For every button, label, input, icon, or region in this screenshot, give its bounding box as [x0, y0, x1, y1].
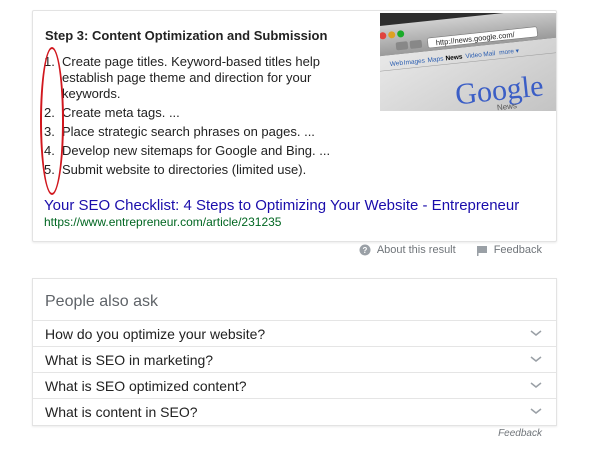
list-item: 5. Submit website to directories (limite… — [44, 162, 364, 178]
feedback-flag-icon[interactable] — [476, 244, 488, 256]
help-icon[interactable]: ? — [359, 244, 371, 256]
paa-question-row[interactable]: What is SEO in marketing? — [33, 346, 556, 372]
paa-question-text: What is SEO optimized content? — [45, 377, 247, 394]
snippet-thumbnail[interactable]: http://news.google.com/ Web Images Maps … — [380, 13, 556, 111]
about-this-result-link[interactable]: About this result — [377, 244, 456, 256]
list-item: 4. Develop new sitemaps for Google and B… — [44, 143, 364, 159]
svg-text:?: ? — [362, 246, 367, 255]
google-news-label: News — [496, 101, 517, 111]
bottom-feedback-link[interactable]: Feedback — [498, 428, 542, 439]
list-number: 5. — [44, 162, 55, 177]
paa-question-text: What is content in SEO? — [45, 403, 198, 420]
browser-screenshot-image: http://news.google.com/ Web Images Maps … — [380, 13, 556, 111]
list-item: 1. Create page titles. Keyword-based tit… — [44, 54, 364, 102]
paa-question-text: What is SEO in marketing? — [45, 351, 214, 368]
list-item: 3. Place strategic search phrases on pag… — [44, 124, 364, 140]
list-text: Create meta tags. ... — [62, 105, 180, 120]
list-item: 2. Create meta tags. ... — [44, 105, 364, 121]
thumbnail-tab: Mail — [483, 50, 496, 58]
chevron-down-icon — [530, 330, 542, 336]
thumbnail-tab: Web — [389, 60, 403, 68]
paa-question-row[interactable]: What is content in SEO? — [33, 398, 556, 424]
paa-question-row[interactable]: What is SEO optimized content? — [33, 372, 556, 398]
paa-title: People also ask — [45, 293, 158, 310]
about-row: ? About this result Feedback — [359, 244, 542, 256]
list-number: 4. — [44, 143, 55, 158]
feedback-link[interactable]: Feedback — [494, 244, 542, 256]
list-number: 3. — [44, 124, 55, 139]
snippet-heading: Step 3: Content Optimization and Submiss… — [45, 28, 328, 43]
chevron-down-icon — [530, 382, 542, 388]
list-text: Place strategic search phrases on pages.… — [62, 124, 315, 139]
list-number: 1. — [44, 54, 55, 69]
paa-question-row[interactable]: How do you optimize your website? — [33, 320, 556, 346]
snippet-list: 1. Create page titles. Keyword-based tit… — [44, 54, 364, 181]
list-text: Develop new sitemaps for Google and Bing… — [62, 143, 331, 158]
result-url: https://www.entrepreneur.com/article/231… — [44, 215, 282, 229]
list-number: 2. — [44, 105, 55, 120]
result-title-link[interactable]: Your SEO Checklist: 4 Steps to Optimizin… — [44, 197, 519, 214]
list-text: Create page titles. Keyword-based titles… — [62, 54, 320, 101]
paa-question-text: How do you optimize your website? — [45, 325, 266, 342]
list-text: Submit website to directories (limited u… — [62, 162, 307, 177]
featured-snippet-card: Step 3: Content Optimization and Submiss… — [32, 10, 557, 242]
chevron-down-icon — [530, 408, 542, 414]
chevron-down-icon — [530, 356, 542, 362]
people-also-ask-card: People also ask How do you optimize your… — [32, 278, 557, 426]
